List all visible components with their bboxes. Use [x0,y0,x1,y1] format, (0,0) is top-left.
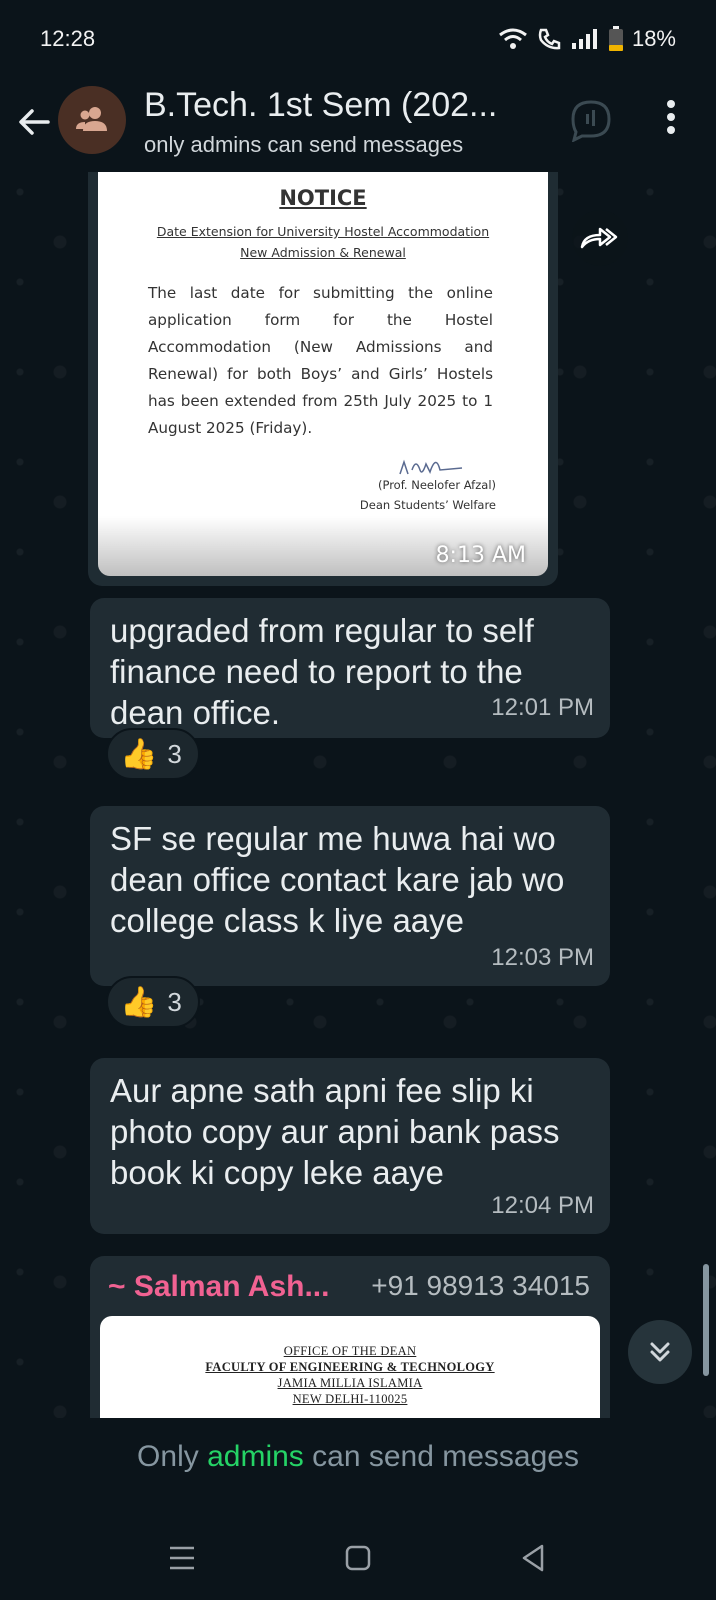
battery-percent: 18% [631,26,676,51]
message-time: 8:13 AM [435,543,526,568]
group-avatar-icon [76,107,107,131]
system-nav-bar [0,1518,716,1600]
reaction-count: 3 [167,738,182,769]
image-message[interactable]: NOTICE Date Extension for University Hos… [88,172,558,586]
scroll-down-button[interactable] [628,1320,692,1384]
voice-chat-icon[interactable] [568,98,614,142]
thumbs-up-icon: 👍 [120,737,158,771]
doc-line: JAMIA MILLIA ISLAMIA [277,1376,423,1390]
message-time: 12:03 PM [491,944,594,971]
message-text: Aur apne sath apni fee slip ki photo cop… [110,1072,560,1191]
status-icons: 18% [498,26,676,52]
notice-sign-title: Dean Students’ Welfare [359,498,496,512]
chat-header: B.Tech. 1st Sem (202... only admins can … [0,80,716,172]
text-message[interactable]: upgraded from regular to self finance ne… [90,598,610,738]
menu-nav-icon[interactable] [162,1538,202,1578]
thumbs-up-icon: 👍 [120,985,158,1019]
notice-image[interactable]: NOTICE Date Extension for University Hos… [98,172,548,576]
admins-only-text: Only admins can send messages [137,1440,579,1473]
group-subtitle: only admins can send messages [144,132,464,157]
notice-body: The last date for submitting the online … [148,284,493,437]
admins-link[interactable]: admins [207,1440,304,1473]
sender-name[interactable]: ~ Salman Ash... [108,1270,329,1304]
wifi-icon [499,28,527,49]
home-nav-icon[interactable] [338,1538,378,1578]
group-title[interactable]: B.Tech. 1st Sem (202... [144,86,497,125]
doc-line: OFFICE OF THE DEAN [283,1344,417,1358]
forward-button[interactable] [572,210,628,266]
message-time: 12:04 PM [491,1192,594,1219]
document-image[interactable]: OFFICE OF THE DEAN FACULTY OF ENGINEERIN… [100,1316,600,1418]
scrollbar[interactable] [703,1264,709,1376]
status-bar: 12:28 18% [0,0,716,80]
doc-line: NEW DELHI-110025 [292,1392,408,1406]
doc-line: FACULTY OF ENGINEERING & TECHNOLOGY [205,1360,495,1374]
status-time: 12:28 [40,26,96,51]
battery-icon [608,26,623,51]
reaction-count: 3 [167,986,182,1017]
image-message[interactable]: ~ Salman Ash... +91 98913 34015 OFFICE O… [90,1256,610,1418]
back-arrow-icon[interactable] [14,102,54,142]
call-icon [538,28,561,50]
scroll-down-icon [650,1342,670,1362]
forward-icon [580,227,618,249]
notice-sign-name: (Prof. Neelofer Afzal) [377,478,496,492]
notice-title: NOTICE [279,186,367,210]
notice-subtitle-2: New Admission & Renewal [240,245,406,260]
back-nav-icon[interactable] [514,1538,554,1578]
reaction-badge[interactable]: 👍 3 [106,976,200,1028]
message-text: SF se regular me huwa hai wo dean office… [110,820,565,939]
more-vert-icon[interactable] [656,98,686,138]
signature-image [399,459,463,475]
signal-icon [571,29,597,49]
message-time: 12:01 PM [491,694,594,721]
reaction-badge[interactable]: 👍 3 [106,728,200,780]
text-message[interactable]: SF se regular me huwa hai wo dean office… [90,806,610,986]
group-avatar[interactable] [58,86,126,154]
notice-subtitle-1: Date Extension for University Hostel Acc… [156,224,490,239]
composer-disabled-banner: Only admins can send messages [0,1418,716,1518]
sender-phone: +91 98913 34015 [371,1270,590,1301]
chat-area[interactable]: NOTICE Date Extension for University Hos… [0,172,716,1418]
text-message[interactable]: Aur apne sath apni fee slip ki photo cop… [90,1058,610,1234]
